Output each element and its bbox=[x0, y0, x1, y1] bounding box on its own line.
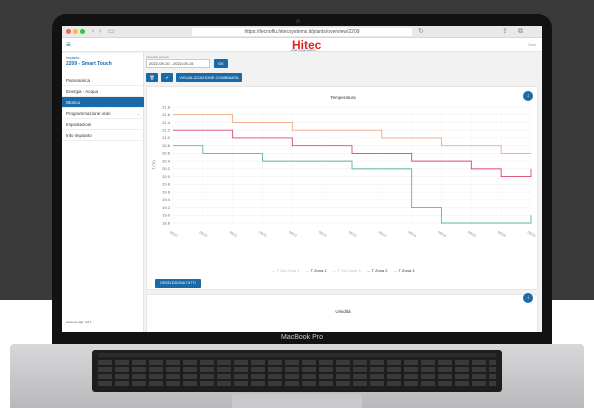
y-tick-label: 19.6 bbox=[162, 189, 171, 194]
y-tick-label: 20.2 bbox=[162, 166, 171, 171]
forward-icon[interactable]: › bbox=[99, 28, 101, 36]
chart-legend: —T Set Zona 1 —T Zona 1 —T Set Zona 3 —T Zo… bbox=[147, 268, 539, 273]
legend-label: T Set Zona 1 bbox=[276, 268, 300, 273]
legend-swatch-icon: — bbox=[271, 268, 276, 273]
deselect-all-button[interactable]: DESELEZIONA TUTTI bbox=[155, 279, 201, 288]
y-tick-label: 20.4 bbox=[162, 158, 171, 163]
y-tick-label: 18.8 bbox=[162, 220, 171, 225]
legend-item[interactable]: —T Set Zona 1 bbox=[272, 268, 300, 273]
close-window-icon[interactable] bbox=[66, 29, 71, 34]
browser-toolbar: ‹ › ▭ https://tecnoflu.hitecsystems.it/p… bbox=[62, 26, 542, 38]
legend-item[interactable]: —T Set Zona 3 bbox=[333, 268, 361, 273]
x-tick-label: 09/14 bbox=[437, 230, 447, 238]
sidebar-item-settings[interactable]: Impostazioni bbox=[62, 119, 144, 130]
delete-icon[interactable]: 🗑 bbox=[146, 73, 158, 82]
y-tick-label: 20.8 bbox=[162, 143, 171, 148]
x-tick-label: 09/15 bbox=[467, 230, 477, 238]
temperature-card: ↓ Temperatura 21.8 21.6 21.4 21.2 21.0 20.8 20… bbox=[146, 86, 538, 290]
legend-item[interactable]: —T Zona 1 bbox=[306, 268, 327, 273]
brand-tagline: smart energy systems bbox=[291, 49, 316, 52]
laptop-screen: ‹ › ▭ https://tecnoflu.hitecsystems.it/p… bbox=[62, 26, 542, 332]
laptop-trackpad bbox=[232, 394, 362, 408]
laptop-model-label: MacBook Pro bbox=[280, 334, 324, 341]
legend-item[interactable]: —T Zona 2 bbox=[367, 268, 388, 273]
maximize-window-icon[interactable] bbox=[80, 29, 85, 34]
y-tick-label: 20.0 bbox=[162, 174, 171, 179]
reload-icon[interactable]: ↻ bbox=[418, 28, 424, 36]
x-tick-label: 09/15 bbox=[497, 230, 507, 238]
combined-view-button[interactable]: VISUALIZZAZIONE COMBINATA bbox=[176, 73, 242, 82]
x-tick-label: 09/13 bbox=[378, 230, 388, 238]
back-icon[interactable]: ‹ bbox=[92, 28, 94, 36]
temperature-chart: 21.8 21.6 21.4 21.2 21.0 20.8 20.6 20.4 20.2 20.0… bbox=[152, 104, 537, 238]
sidebar-item-label: Programmazione orari bbox=[66, 111, 111, 116]
legend-label: T Zona 1 bbox=[310, 268, 327, 273]
y-tick-label: 21.2 bbox=[162, 128, 171, 133]
x-tick-label: 09/15 bbox=[527, 230, 537, 238]
app-header: ≡ Hitec smart energy systems Esci bbox=[62, 38, 542, 52]
y-tick-label: 21.4 bbox=[162, 120, 171, 125]
menu-icon[interactable]: ≡ bbox=[66, 41, 71, 49]
chevron-down-icon: ⌄ bbox=[136, 111, 140, 116]
check-icon[interactable]: ✔ bbox=[161, 73, 173, 82]
key-row bbox=[98, 381, 496, 386]
ok-button[interactable]: OK bbox=[214, 59, 228, 68]
chart-title: Temperatura bbox=[330, 95, 356, 100]
x-tick-label: 09/10 bbox=[199, 230, 209, 238]
legend-swatch-icon: — bbox=[332, 268, 337, 273]
legend-swatch-icon: — bbox=[305, 268, 310, 273]
touch-bar bbox=[98, 353, 496, 357]
sidebar-item-history[interactable]: Storico bbox=[62, 97, 144, 108]
y-tick-label: 19.0 bbox=[162, 213, 171, 218]
y-tick-label: 19.2 bbox=[162, 205, 171, 210]
x-tick-label: 09/14 bbox=[407, 230, 417, 238]
y-tick-label: 21.0 bbox=[162, 135, 171, 140]
x-tick-label: 09/11 bbox=[228, 230, 237, 238]
site-name[interactable]: 2209 - Smart Touch bbox=[66, 61, 112, 67]
download-icon[interactable]: ↓ bbox=[523, 293, 533, 303]
main-content: Intervallo periodo 2022-09-10 - 2022-09-… bbox=[144, 53, 542, 332]
humidity-card: ↓ Umidità bbox=[146, 293, 538, 332]
sidebar: Impianto 2209 - Smart Touch Panoramica E… bbox=[62, 53, 144, 332]
legend-swatch-icon: — bbox=[366, 268, 371, 273]
y-tick-label: 21.8 bbox=[162, 104, 171, 109]
x-tick-label: 09/11 bbox=[258, 230, 267, 238]
y-axis-label: T (°C) bbox=[152, 160, 156, 169]
humidity-chart-title: Umidità bbox=[335, 309, 351, 314]
y-tick-label: 21.6 bbox=[162, 112, 171, 117]
app-version: versione app: 3.8.1 bbox=[66, 320, 92, 324]
sidebar-item-energy[interactable]: Energia - Acqua bbox=[62, 86, 144, 97]
date-range-input[interactable]: 2022-09-10 - 2022-09-15 bbox=[146, 59, 210, 68]
camera-icon bbox=[296, 19, 300, 23]
y-tick-label: 19.8 bbox=[162, 182, 171, 187]
sidebar-item-info[interactable]: Info impianto bbox=[62, 130, 144, 141]
tabs-icon[interactable]: ⧉ bbox=[518, 28, 523, 36]
x-tick-label: 09/12 bbox=[318, 230, 328, 238]
minimize-window-icon[interactable] bbox=[73, 29, 78, 34]
sidebar-item-schedule[interactable]: Programmazione orari ⌄ bbox=[62, 108, 144, 119]
legend-item[interactable]: —T Zona 3 bbox=[394, 268, 415, 273]
legend-swatch-icon: — bbox=[393, 268, 398, 273]
legend-label: T Zona 2 bbox=[371, 268, 388, 273]
share-icon[interactable]: ⇪ bbox=[502, 28, 508, 36]
legend-label: T Set Zona 3 bbox=[337, 268, 361, 273]
key-row bbox=[98, 360, 496, 365]
x-tick-label: 09/13 bbox=[348, 230, 358, 238]
y-tick-label: 20.6 bbox=[162, 151, 171, 156]
site-label: Impianto bbox=[66, 56, 80, 60]
url-bar[interactable]: https://tecnoflu.hitecsystems.it/plants/… bbox=[192, 28, 412, 36]
x-tick-label: 09/10 bbox=[169, 230, 179, 238]
key-row bbox=[98, 374, 496, 379]
key-row bbox=[98, 367, 496, 372]
sidebar-toggle-icon[interactable]: ▭ bbox=[108, 28, 115, 36]
laptop-keyboard bbox=[92, 350, 502, 392]
y-tick-label: 19.4 bbox=[162, 197, 171, 202]
logout-link[interactable]: Esci bbox=[528, 42, 536, 47]
sidebar-item-overview[interactable]: Panoramica bbox=[62, 75, 144, 86]
x-tick-label: 09/12 bbox=[288, 230, 298, 238]
legend-label: T Zona 3 bbox=[398, 268, 415, 273]
